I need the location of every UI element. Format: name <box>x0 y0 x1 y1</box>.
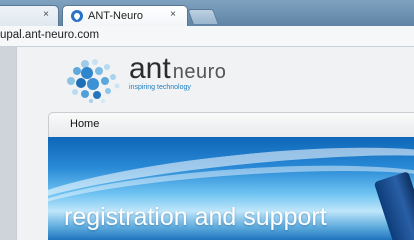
tab-previous[interactable]: × <box>0 5 59 27</box>
nav-item-home[interactable]: Home <box>70 118 99 130</box>
dots-logo-icon <box>67 59 120 103</box>
brand-tagline: inspiring technology <box>129 84 191 91</box>
tab-close-icon[interactable]: × <box>40 9 52 20</box>
tab-close-icon[interactable]: × <box>167 9 179 20</box>
brand-neuro: neuro <box>172 61 227 83</box>
brand-name: ant neuro <box>129 53 226 88</box>
browser-title-bar: × ANT-Neuro × <box>0 0 414 27</box>
tab-title: ANT-Neuro <box>88 10 144 22</box>
banner-title: registration and support <box>64 203 327 231</box>
ant-neuro-favicon-icon <box>71 10 83 22</box>
brand-ant: ant <box>129 52 171 85</box>
address-bar[interactable]: upal.ant-neuro.com <box>0 26 414 47</box>
new-tab-button[interactable] <box>187 9 219 24</box>
url-text[interactable]: upal.ant-neuro.com <box>0 29 99 41</box>
main-nav: Home <box>48 112 414 138</box>
tab-ant-neuro[interactable]: ANT-Neuro × <box>62 5 188 27</box>
hero-banner: registration and support <box>48 137 414 240</box>
